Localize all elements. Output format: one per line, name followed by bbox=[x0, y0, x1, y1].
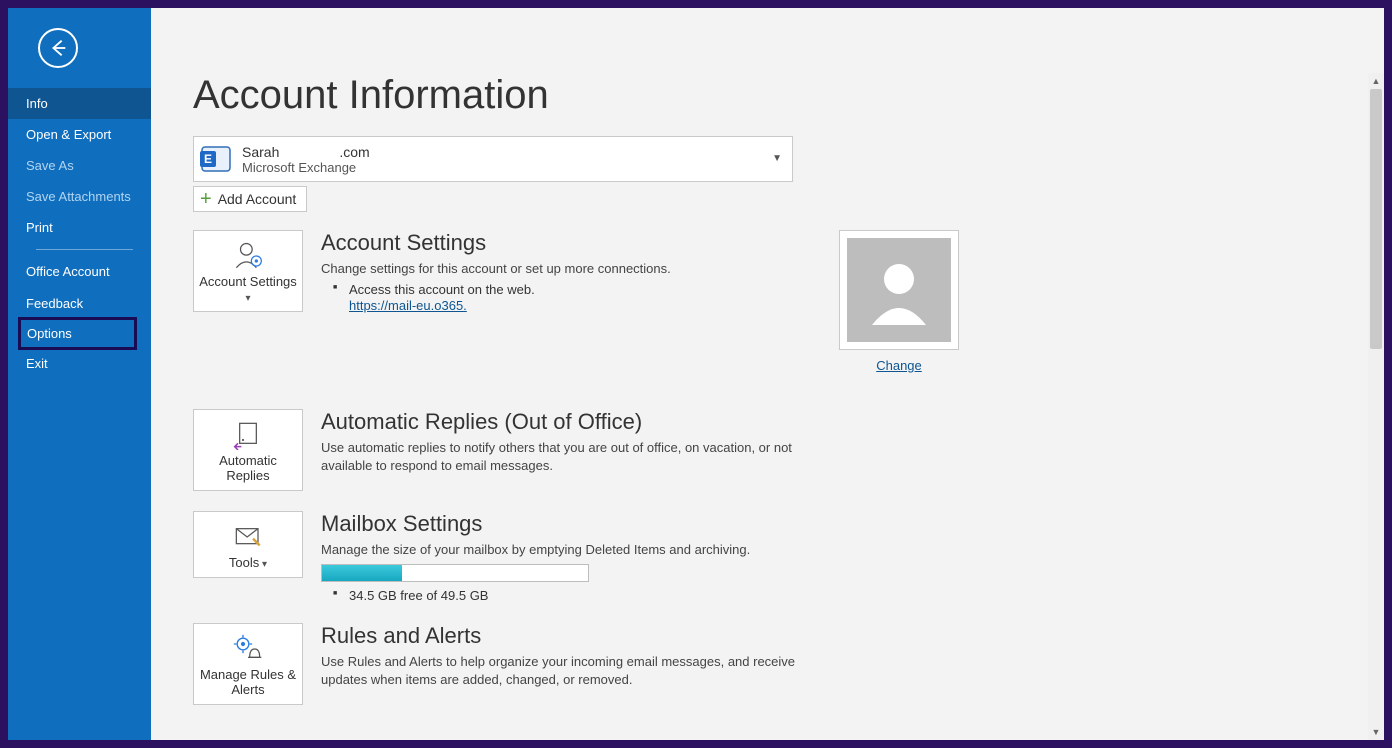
page-title: Account Information bbox=[193, 73, 1328, 118]
account-name: Sarah bbox=[242, 144, 279, 160]
account-domain: .com bbox=[339, 144, 369, 160]
section-desc: Change settings for this account or set … bbox=[321, 260, 801, 278]
account-settings-tile[interactable]: Account Settings bbox=[193, 230, 303, 312]
sidebar-label: Office Account bbox=[26, 264, 110, 279]
auto-reply-icon bbox=[231, 420, 265, 450]
tile-label: Automatic Replies bbox=[198, 454, 298, 484]
bullet-text: Access this account on the web. bbox=[321, 282, 801, 297]
sidebar-label: Options bbox=[27, 326, 72, 341]
profile-photo bbox=[839, 230, 959, 350]
sidebar-item-info[interactable]: Info bbox=[8, 88, 151, 119]
account-type: Microsoft Exchange bbox=[242, 160, 782, 175]
add-account-button[interactable]: + Add Account bbox=[193, 186, 307, 212]
section-desc: Manage the size of your mailbox by empty… bbox=[321, 541, 801, 559]
scroll-thumb[interactable] bbox=[1370, 89, 1382, 349]
dropdown-icon: ▼ bbox=[772, 153, 782, 164]
mailbox-free-text: 34.5 GB free of 49.5 GB bbox=[321, 588, 801, 603]
sidebar-item-options[interactable]: Options bbox=[18, 317, 137, 350]
sidebar-item-office-account[interactable]: Office Account bbox=[8, 256, 151, 288]
sidebar-label: Info bbox=[26, 96, 48, 111]
vertical-scrollbar[interactable]: ▲ ▼ bbox=[1368, 73, 1384, 740]
sidebar-item-save-as: Save As bbox=[8, 150, 151, 181]
backstage-sidebar: Info Open & Export Save As Save Attachme… bbox=[8, 8, 151, 740]
sidebar-item-save-attachments: Save Attachments bbox=[8, 181, 151, 212]
sidebar-item-feedback[interactable]: Feedback bbox=[8, 288, 151, 319]
change-photo-link[interactable]: Change bbox=[876, 358, 922, 373]
tile-label: Manage Rules & Alerts bbox=[198, 668, 298, 698]
sidebar-label: Open & Export bbox=[26, 127, 111, 142]
section-title: Rules and Alerts bbox=[321, 623, 801, 649]
sidebar-separator bbox=[36, 249, 133, 250]
sidebar-item-open-export[interactable]: Open & Export bbox=[8, 119, 151, 150]
avatar-placeholder-icon bbox=[864, 255, 934, 325]
sidebar-label: Save As bbox=[26, 158, 74, 173]
section-title: Account Settings bbox=[321, 230, 801, 256]
section-title: Automatic Replies (Out of Office) bbox=[321, 409, 801, 435]
sidebar-label: Save Attachments bbox=[26, 189, 131, 204]
manage-rules-tile[interactable]: Manage Rules & Alerts bbox=[193, 623, 303, 705]
svg-text:E: E bbox=[204, 152, 212, 166]
tile-label: Account Settings bbox=[198, 275, 298, 305]
sidebar-label: Feedback bbox=[26, 296, 83, 311]
add-account-label: Add Account bbox=[218, 191, 297, 207]
sidebar-item-exit[interactable]: Exit bbox=[8, 348, 151, 379]
back-arrow-icon bbox=[47, 37, 69, 59]
mailbox-usage-bar bbox=[321, 564, 589, 582]
exchange-icon: E bbox=[198, 141, 234, 177]
tile-label: Tools bbox=[229, 556, 267, 571]
person-gear-icon bbox=[231, 241, 265, 271]
scroll-down-icon[interactable]: ▼ bbox=[1368, 724, 1384, 740]
web-access-link[interactable]: https://mail-eu.o365. bbox=[349, 298, 467, 313]
sidebar-item-print[interactable]: Print bbox=[8, 212, 151, 243]
mailbox-tools-icon bbox=[231, 522, 265, 552]
section-desc: Use Rules and Alerts to help organize yo… bbox=[321, 653, 801, 688]
rules-alerts-icon bbox=[231, 634, 265, 664]
account-selector[interactable]: E Sarah .com Microsoft Exchange ▼ bbox=[193, 136, 793, 182]
scroll-up-icon[interactable]: ▲ bbox=[1368, 73, 1384, 89]
tools-tile[interactable]: Tools bbox=[193, 511, 303, 578]
main-content: Account Information E Sarah .com Microsof… bbox=[151, 8, 1384, 740]
section-title: Mailbox Settings bbox=[321, 511, 801, 537]
plus-icon: + bbox=[200, 192, 212, 206]
sidebar-label: Exit bbox=[26, 356, 48, 371]
sidebar-label: Print bbox=[26, 220, 53, 235]
section-desc: Use automatic replies to notify others t… bbox=[321, 439, 801, 474]
automatic-replies-tile[interactable]: Automatic Replies bbox=[193, 409, 303, 491]
back-button[interactable] bbox=[38, 28, 78, 68]
